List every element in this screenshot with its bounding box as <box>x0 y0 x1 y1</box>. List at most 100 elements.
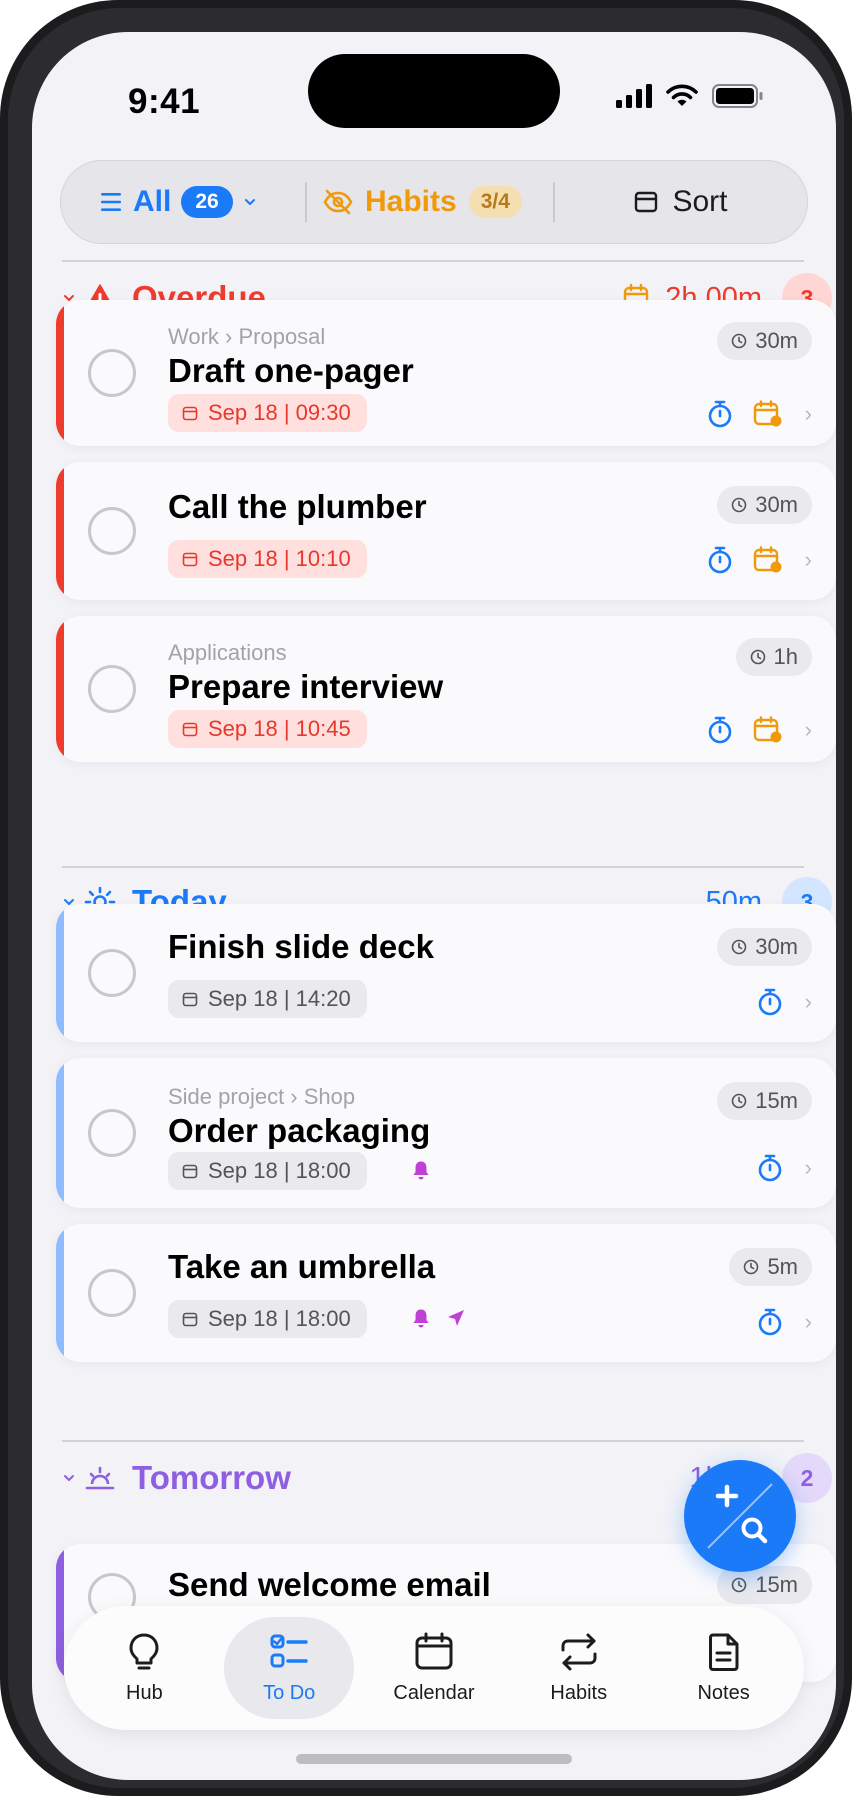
task-card[interactable]: Work › Proposal Draft one-pager Sep 18 |… <box>56 300 836 446</box>
clock-icon <box>750 649 765 665</box>
wifi-icon <box>666 84 698 106</box>
app-screen: 9:41 All 26 Habits 3/4 Sort Overdue 2h 0… <box>32 32 836 1780</box>
priority-stripe <box>56 616 64 762</box>
tab-bar: Hub To Do Calendar Habits Notes <box>64 1606 804 1730</box>
calendar-clock-icon[interactable] <box>753 400 783 428</box>
battery-icon <box>712 84 763 108</box>
task-actions: › <box>757 988 812 1016</box>
stopwatch-icon[interactable] <box>707 400 733 428</box>
tab-notes[interactable]: Notes <box>659 1617 789 1719</box>
task-duration: 30m <box>755 328 798 353</box>
calendar-icon <box>182 1312 198 1327</box>
tab-label: Hub <box>126 1681 163 1704</box>
calendar-clock-icon[interactable] <box>753 716 783 744</box>
task-actions: › <box>757 1308 812 1336</box>
clock-icon <box>731 497 747 513</box>
device-bezel: 9:41 All 26 Habits 3/4 Sort Overdue 2h 0… <box>8 8 844 1788</box>
clock-icon <box>731 939 747 955</box>
repeat-icon <box>561 1633 597 1670</box>
task-date-chip[interactable]: Sep 18 | 18:00 <box>168 1152 367 1190</box>
tab-hub[interactable]: Hub <box>79 1617 209 1719</box>
task-date-chip[interactable]: Sep 18 | 14:20 <box>168 980 367 1018</box>
task-date-chip[interactable]: Sep 18 | 10:10 <box>168 540 367 578</box>
calendar-icon <box>182 992 198 1007</box>
stopwatch-icon[interactable] <box>707 546 733 574</box>
task-title: Prepare interview <box>168 668 444 705</box>
sort-icon <box>635 191 658 213</box>
task-checkbox[interactable] <box>88 507 136 555</box>
list-icon <box>101 193 121 211</box>
sort-button[interactable]: Sort <box>555 161 807 243</box>
bell-icon <box>413 1309 429 1328</box>
calendar-icon <box>182 722 198 737</box>
sunrise-icon <box>80 1464 120 1492</box>
task-title: Take an umbrella <box>168 1248 436 1285</box>
task-checkbox[interactable] <box>88 1269 136 1317</box>
tab-habits[interactable]: Habits <box>514 1617 644 1719</box>
tab-label: Calendar <box>393 1681 475 1704</box>
task-actions: › <box>757 1154 812 1182</box>
task-breadcrumb: Applications <box>168 640 287 665</box>
task-card[interactable]: Applications Prepare interview Sep 18 | … <box>56 616 836 762</box>
tab-todo[interactable]: To Do <box>224 1617 355 1719</box>
task-date: Sep 18 | 09:30 <box>208 400 351 425</box>
task-card[interactable]: Call the plumber Sep 18 | 10:10 30m › <box>56 462 836 600</box>
task-date: Sep 18 | 10:45 <box>208 716 351 741</box>
filter-habits-count-badge: 3/4 <box>468 186 522 218</box>
task-checkbox[interactable] <box>88 1109 136 1157</box>
task-checkbox[interactable] <box>88 665 136 713</box>
add-search-fab[interactable] <box>684 1460 796 1572</box>
cellular-signal-icon <box>616 84 652 108</box>
filter-habits-toggle[interactable]: Habits 3/4 <box>307 161 553 243</box>
task-duration-chip: 15m <box>717 1082 812 1120</box>
calendar-clock-icon[interactable] <box>753 546 783 574</box>
checklist-icon <box>270 1634 308 1667</box>
task-card[interactable]: Side project › Shop Order packaging Sep … <box>56 1058 836 1208</box>
chevron-down-icon <box>244 199 255 205</box>
priority-stripe <box>56 462 64 600</box>
task-title: Call the plumber <box>168 488 427 525</box>
priority-stripe <box>56 1224 64 1362</box>
task-card[interactable]: Take an umbrella Sep 18 | 18:00 5m › <box>56 1224 836 1362</box>
priority-stripe <box>56 904 64 1042</box>
task-date-chip[interactable]: Sep 18 | 18:00 <box>168 1300 367 1338</box>
chevron-right-icon: › <box>804 717 812 742</box>
filter-all-button[interactable]: All 26 <box>61 161 305 243</box>
clock-icon <box>731 1093 747 1109</box>
task-title: Order packaging <box>168 1112 431 1149</box>
chevron-right-icon: › <box>804 1155 812 1180</box>
sort-label: Sort <box>672 185 728 218</box>
calendar-icon <box>182 1164 198 1179</box>
task-duration-chip: 15m <box>717 1566 812 1604</box>
section-divider <box>62 866 804 868</box>
calendar-icon <box>415 1632 453 1669</box>
stopwatch-icon[interactable] <box>757 988 783 1016</box>
task-card[interactable]: Finish slide deck Sep 18 | 14:20 30m › <box>56 904 836 1042</box>
clock-icon <box>731 1577 747 1593</box>
task-checkbox[interactable] <box>88 949 136 997</box>
lightbulb-icon <box>129 1633 159 1669</box>
task-breadcrumb: Side project › Shop <box>168 1084 356 1109</box>
section-divider <box>62 1440 804 1442</box>
filter-all-label: All <box>133 185 172 218</box>
priority-stripe <box>56 1058 64 1208</box>
stopwatch-icon[interactable] <box>757 1308 783 1336</box>
stopwatch-icon[interactable] <box>757 1154 783 1182</box>
task-duration-chip: 30m <box>717 322 812 360</box>
task-date-chip[interactable]: Sep 18 | 09:30 <box>168 394 367 432</box>
tab-label: Notes <box>697 1681 750 1704</box>
stopwatch-icon[interactable] <box>707 716 733 744</box>
task-duration-chip: 30m <box>717 928 812 966</box>
priority-stripe <box>56 1544 64 1682</box>
tab-calendar[interactable]: Calendar <box>369 1617 499 1719</box>
chevron-right-icon: › <box>804 401 812 426</box>
task-date-chip[interactable]: Sep 18 | 10:45 <box>168 710 367 748</box>
task-title: Draft one-pager <box>168 352 414 389</box>
home-indicator[interactable] <box>296 1754 572 1764</box>
location-arrow-icon <box>448 1310 464 1326</box>
task-checkbox[interactable] <box>88 349 136 397</box>
task-date: Sep 18 | 18:00 <box>208 1306 351 1331</box>
task-date: Sep 18 | 14:20 <box>208 986 351 1011</box>
plus-search-icon <box>707 1483 773 1549</box>
task-duration-chip: 1h <box>735 638 812 676</box>
